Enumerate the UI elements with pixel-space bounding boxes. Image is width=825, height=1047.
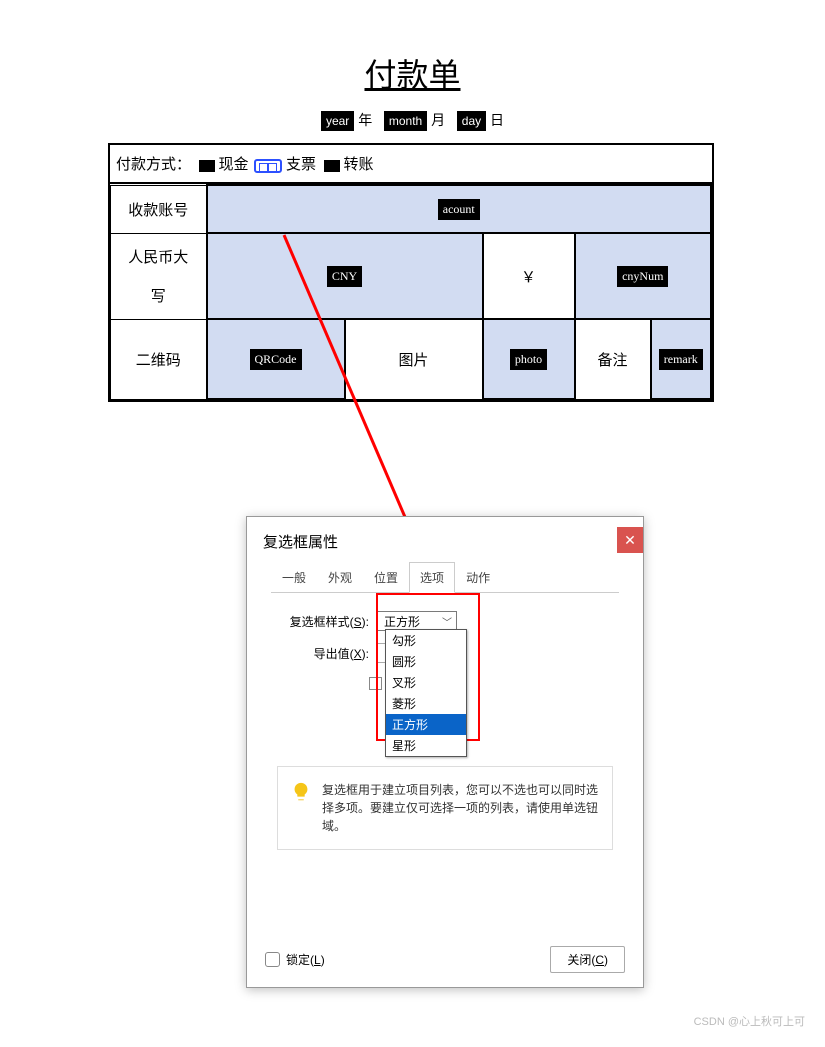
date-row: year 年 month 月 day 日	[0, 110, 825, 131]
day-suffix: 日	[490, 112, 504, 128]
photo-cell[interactable]: photo	[483, 319, 575, 399]
style-label: 复选框样式(S):	[277, 613, 377, 630]
lock-label: 锁定(L)	[286, 951, 325, 968]
tab-appearance[interactable]: 外观	[317, 562, 363, 593]
dd-option-1[interactable]: 圆形	[386, 651, 466, 672]
watermark: CSDN @心上秋可上可	[694, 1013, 805, 1029]
currency-symbol: ￥	[483, 233, 575, 319]
lock-key: L	[314, 953, 321, 967]
dd-option-3[interactable]: 菱形	[386, 693, 466, 714]
pay-method-row: 付款方式： 现金 支票 转账	[110, 145, 712, 184]
style-label-key: S	[354, 615, 362, 629]
hint-box: 复选框用于建立项目列表，您可以不选也可以同时选择多项。要建立仅可选择一项的列表，…	[277, 766, 613, 850]
style-label-post: ):	[362, 615, 369, 629]
tab-actions[interactable]: 动作	[455, 562, 501, 593]
month-suffix: 月	[431, 112, 445, 128]
export-label: 导出值(X):	[277, 645, 377, 662]
checkbox-cheque-selected[interactable]	[254, 159, 282, 173]
close-dialog-button[interactable]: 关闭(C)	[550, 946, 625, 973]
rmb-label-2: 写	[111, 285, 206, 306]
dd-option-4[interactable]: 正方形	[386, 714, 466, 735]
dialog-title: 复选框属性	[263, 534, 338, 551]
tab-general[interactable]: 一般	[271, 562, 317, 593]
checkbox-cash[interactable]	[199, 160, 215, 172]
cny-cell[interactable]: CNY	[207, 233, 483, 319]
style-label-pre: 复选框样式(	[290, 615, 354, 629]
photo-field: photo	[510, 349, 547, 370]
dialog-body: 复选框样式(S): 正方形 ﹀ 导出值(X): 认为已选中(D) 勾形 圆形 叉…	[247, 593, 643, 868]
cnynum-field: cnyNum	[617, 266, 668, 287]
month-field[interactable]: month	[384, 111, 427, 131]
close-key: C	[595, 953, 604, 967]
checkbox-transfer[interactable]	[324, 160, 340, 172]
lock-pre: 锁定(	[286, 953, 314, 967]
cny-field: CNY	[327, 266, 362, 287]
rmb-label-1: 人民币大	[111, 246, 206, 267]
lock-post: )	[321, 953, 325, 967]
year-suffix: 年	[358, 112, 372, 128]
remark-cell[interactable]: remark	[651, 319, 712, 399]
remark-label: 备注	[575, 319, 651, 399]
lock-row: 锁定(L)	[265, 951, 325, 968]
rmb-label: 人民币大 写	[111, 233, 207, 319]
style-select[interactable]: 正方形 ﹀	[377, 611, 457, 631]
dialog-footer: 锁定(L) 关闭(C)	[265, 946, 625, 973]
checkbox-properties-dialog: 复选框属性 ✕ 一般 外观 位置 选项 动作 复选框样式(S): 正方形 ﹀ 导…	[246, 516, 644, 988]
close-icon: ✕	[624, 532, 636, 548]
tab-options[interactable]: 选项	[409, 562, 455, 593]
account-cell[interactable]: acount	[207, 185, 712, 233]
style-row: 复选框样式(S): 正方形 ﹀	[277, 611, 613, 631]
year-field[interactable]: year	[321, 111, 354, 131]
page-title: 付款单	[0, 50, 825, 96]
hint-text: 复选框用于建立项目列表，您可以不选也可以同时选择多项。要建立仅可选择一项的列表，…	[322, 781, 600, 835]
qrcode-field: QRCode	[250, 349, 302, 370]
close-post: )	[604, 953, 608, 967]
pay-label: 付款方式：	[116, 157, 191, 173]
close-button[interactable]: ✕	[617, 527, 643, 553]
opt-cash: 现金	[219, 157, 249, 173]
cnynum-cell[interactable]: cnyNum	[575, 233, 712, 319]
dd-option-0[interactable]: 勾形	[386, 630, 466, 651]
day-field[interactable]: day	[457, 111, 486, 131]
dd-option-2[interactable]: 叉形	[386, 672, 466, 693]
default-checked-checkbox[interactable]	[369, 677, 382, 690]
export-label-post: ):	[362, 647, 369, 661]
dd-option-5[interactable]: 星形	[386, 735, 466, 756]
tab-position[interactable]: 位置	[363, 562, 409, 593]
tab-bar: 一般 外观 位置 选项 动作	[271, 562, 619, 593]
export-label-pre: 导出值(	[314, 647, 354, 661]
close-pre: 关闭(	[567, 953, 595, 967]
pic-label: 图片	[345, 319, 483, 399]
style-value: 正方形	[384, 613, 420, 630]
account-label: 收款账号	[111, 185, 207, 233]
opt-cheque: 支票	[286, 157, 316, 173]
qrcode-cell[interactable]: QRCode	[207, 319, 345, 399]
lock-checkbox[interactable]	[265, 952, 280, 967]
account-field: acount	[438, 199, 480, 220]
form-table: 收款账号 acount 人民币大 写 CNY ￥ cnyNum 二维码 QRCo…	[110, 184, 712, 400]
lightbulb-icon	[290, 781, 312, 803]
chevron-down-icon: ﹀	[442, 614, 452, 629]
style-dropdown-list: 勾形 圆形 叉形 菱形 正方形 星形	[385, 629, 467, 757]
qrcode-label: 二维码	[111, 319, 207, 399]
export-label-key: X	[354, 647, 362, 661]
remark-field: remark	[659, 349, 703, 370]
dialog-header: 复选框属性 ✕	[247, 517, 643, 562]
opt-transfer: 转账	[344, 157, 374, 173]
form-container: 付款方式： 现金 支票 转账 收款账号 acount 人民币大 写 CNY ￥ …	[108, 143, 714, 402]
